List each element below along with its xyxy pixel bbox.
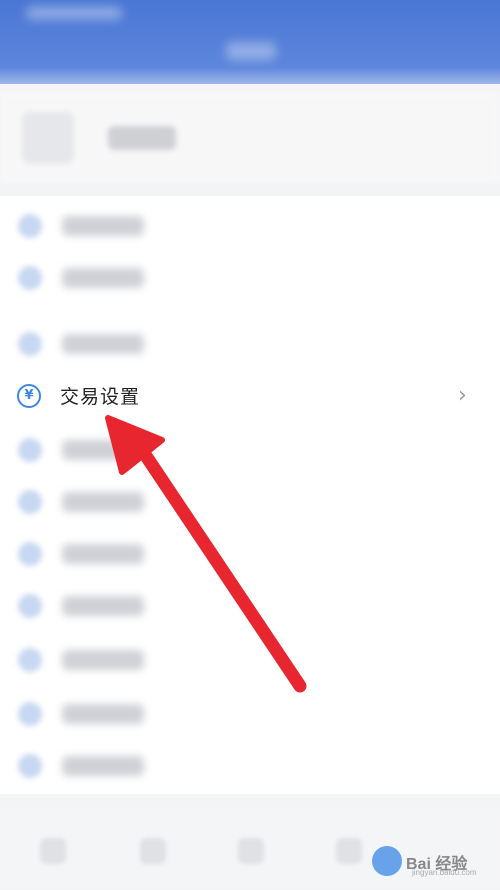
- watermark-sub: jingyan.baidu.com: [412, 868, 477, 877]
- watermark: Bai 经验 jingyan.baidu.com: [372, 838, 490, 882]
- annotation-arrow: [105, 415, 307, 693]
- arrow-shaft: [131, 437, 307, 693]
- baidu-paw-icon: [372, 846, 402, 876]
